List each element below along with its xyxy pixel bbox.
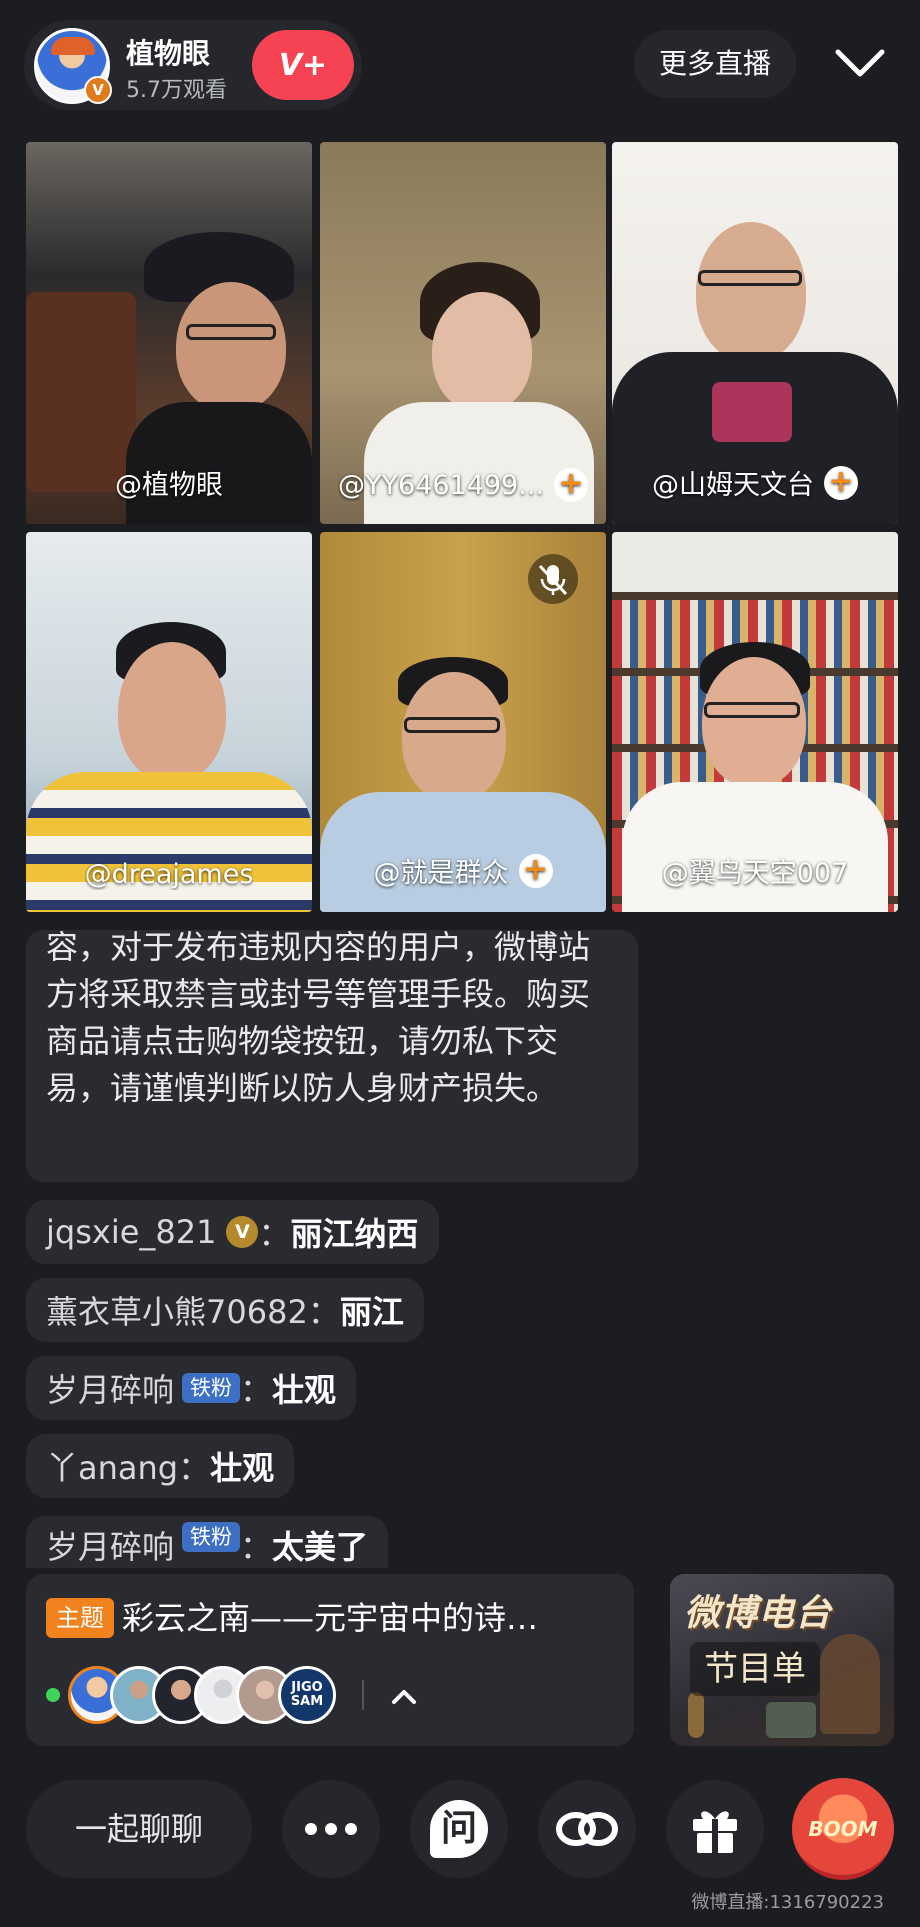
notice-text: 容，对于发布违规内容的用户，微博站方将采取禁言或封号等管理手段。购买商品请点击购… [46,930,591,1107]
topic-card[interactable]: 主题 彩云之南——元宇宙中的诗… JIGO SAM [26,1574,634,1746]
tile-label: @植物眼 [115,470,223,501]
video-tile[interactable]: @YY6461499... + [320,142,606,524]
gift-icon [693,1811,737,1853]
chat-username: jqsxie_821 [46,1213,217,1251]
gift-button[interactable] [666,1780,764,1878]
watermark: 微博直播:1316790223 [691,1892,884,1913]
chat-text: 丽江 [339,1293,404,1331]
chat-message[interactable]: 岁月碎响 铁粉 ： 太美了 [26,1516,389,1568]
video-tile[interactable]: @就是群众 + [320,532,606,912]
weibo-radio-card[interactable]: 微博电台 节目单 [670,1574,894,1746]
radio-title: 微博电台 [684,1593,833,1634]
chat-colon: ： [240,1371,273,1409]
chat-message[interactable]: 岁月碎响 铁粉 ： 壮观 [26,1356,357,1420]
more-dots-icon [305,1823,357,1835]
video-tile[interactable]: @山姆天文台 + [612,142,898,524]
tile-label: @山姆天文台 + [612,463,898,502]
chat-username: 丫anang [46,1449,179,1487]
chat-message[interactable]: 薰衣草小熊70682 ： 丽江 [26,1278,424,1342]
tile-label: @dreajames [84,859,254,890]
chair-illustration [820,1634,880,1734]
boom-gift-button[interactable]: BOOM [792,1778,894,1880]
chat-colon: ： [258,1215,291,1253]
chat-colon: ： [240,1528,273,1566]
fan-badge: 铁粉 [182,1373,241,1403]
chat-message[interactable]: jqsxie_821 V ： 丽江纳西 [26,1200,439,1264]
chat-username: 岁月碎响 [46,1528,175,1566]
fan-badge: 铁粉 [182,1522,241,1552]
more-live-button[interactable]: 更多直播 [634,30,796,98]
follow-plus-icon[interactable]: + [518,853,553,888]
link-icon [556,1812,618,1846]
chat-username: 薰衣草小熊70682 [46,1293,308,1331]
microphone-illustration [688,1692,704,1738]
chat-message[interactable]: 丫anang ： 壮观 [26,1434,295,1498]
more-options-button[interactable] [282,1780,380,1878]
radio-schedule-label: 节目单 [690,1642,820,1696]
live-header: V 植物眼 5.7万观看 V+ 更多直播 [0,0,920,130]
chat-text: 太美了 [272,1528,369,1566]
system-notice: 容，对于发布违规内容的用户，微博站方将采取禁言或封号等管理手段。购买商品请点击购… [26,930,638,1182]
chat-text: 壮观 [210,1449,275,1487]
chat-input-button[interactable]: 一起聊聊 [26,1780,252,1878]
chair-illustration [766,1702,816,1738]
topic-tag: 主题 [46,1598,114,1638]
follow-plus-icon[interactable]: + [553,468,588,502]
link-button[interactable] [538,1780,636,1878]
verified-v-icon: V [226,1216,259,1248]
host-name: 植物眼 [126,37,211,70]
divider [362,1680,364,1710]
chat-colon: ： [307,1293,340,1331]
mic-muted-icon [528,554,578,604]
chevron-up-icon[interactable] [384,1678,424,1714]
viewer-count: 5.7万观看 [126,78,227,103]
tile-label: @就是群众 + [320,851,606,890]
chat-username: 岁月碎响 [46,1371,175,1409]
live-dot-icon [46,1688,60,1702]
follow-button[interactable]: V+ [252,30,354,100]
avatar[interactable]: JIGO SAM [278,1666,336,1724]
tile-label: @YY6461499... + [320,468,606,502]
verified-badge-icon: V [84,76,112,104]
chat-text: 丽江纳西 [290,1215,419,1253]
video-tile[interactable]: @植物眼 [26,142,312,524]
chat-colon: ： [178,1449,211,1487]
question-button[interactable]: 问 [410,1780,508,1878]
question-icon: 问 [430,1800,488,1858]
topic-title[interactable]: 彩云之南——元宇宙中的诗… [122,1596,614,1640]
chevron-down-icon[interactable] [832,42,888,86]
video-tile[interactable]: @dreajames [26,532,312,912]
follow-plus-icon[interactable]: + [824,465,858,500]
tile-label: @翼鸟天空007 [661,858,849,889]
chat-text: 壮观 [272,1371,337,1409]
video-tile[interactable]: @翼鸟天空007 [612,532,898,912]
